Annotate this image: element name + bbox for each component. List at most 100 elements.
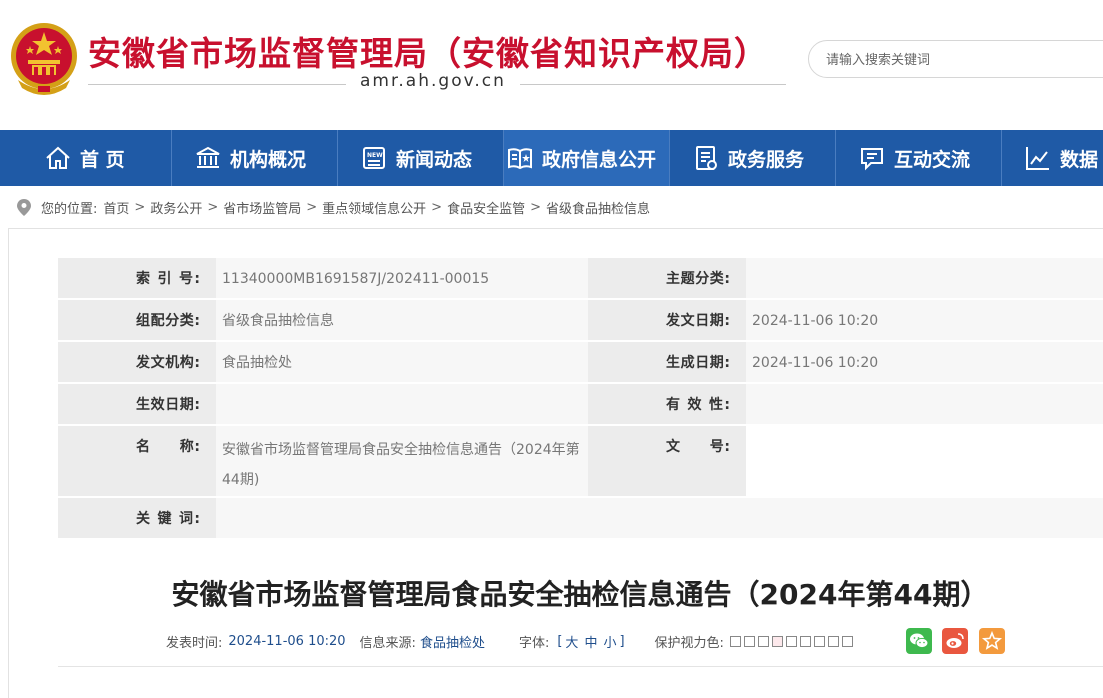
meta-value-cell: 2024-11-06 10:20 xyxy=(746,342,1103,382)
font-size-large-button[interactable]: 大 xyxy=(565,632,578,651)
search-box xyxy=(808,40,1103,79)
category-value: 省级食品抽检信息 xyxy=(222,313,334,329)
meta-label-cell: 文 号: xyxy=(588,426,746,496)
meta-value-cell xyxy=(216,384,588,424)
document-number-label: 文 号: xyxy=(666,439,730,455)
nav-item-news[interactable]: NEW 新闻动态 xyxy=(338,130,504,186)
meta-row: 索 引 号: 11340000MB1691587J/202411-00015 主… xyxy=(58,258,1103,298)
search-input[interactable] xyxy=(824,41,1103,79)
site-domain: amr.ah.gov.cn xyxy=(346,71,520,91)
article-title: 安徽省市场监督管理局食品安全抽检信息通告（2024年第44期） xyxy=(171,578,989,611)
eye-care-color-label: 保护视力色: xyxy=(654,635,724,651)
publish-time-label: 发表时间: xyxy=(166,635,223,651)
meta-row: 组配分类: 省级食品抽检信息 发文日期: 2024-11-06 10:20 xyxy=(58,300,1103,340)
service-document-icon xyxy=(696,146,717,170)
issuing-org-label: 发文机构: xyxy=(136,355,200,371)
eye-care-swatch[interactable] xyxy=(827,635,839,647)
chart-icon xyxy=(1026,147,1049,170)
nav-item-interaction[interactable]: 互动交流 xyxy=(836,130,1002,186)
breadcrumb-link-bureau[interactable]: 省市场监管局 xyxy=(223,198,301,217)
index-number-value: 11340000MB1691587J/202411-00015 xyxy=(222,271,490,287)
nav-label: 政务服务 xyxy=(728,148,805,171)
eye-care-swatch[interactable] xyxy=(799,635,811,647)
eye-care-swatch[interactable] xyxy=(771,635,783,647)
eye-care-swatch[interactable] xyxy=(785,635,797,647)
eye-care-swatch[interactable] xyxy=(729,635,741,647)
meta-label-cell: 发文日期: xyxy=(588,300,746,340)
keywords-label: 关 键 词: xyxy=(136,511,200,527)
font-size-bracket-open: [ xyxy=(557,633,563,649)
breadcrumb-prefix: 您的位置: xyxy=(41,201,98,217)
favorite-button[interactable] xyxy=(979,628,1005,654)
meta-value-cell: 2024-11-06 10:20 xyxy=(746,300,1103,340)
site-header: 安徽省市场监督管理局（安徽省知识产权局） amr.ah.gov.cn xyxy=(0,0,1103,130)
favorite-star-icon xyxy=(981,630,1003,650)
home-icon xyxy=(46,146,70,169)
meta-row: 发文机构: 食品抽检处 生成日期: 2024-11-06 10:20 xyxy=(58,342,1103,382)
breadcrumb-separator: > xyxy=(530,199,541,215)
nav-label: 新闻动态 xyxy=(396,148,473,171)
breadcrumb-link-home[interactable]: 首页 xyxy=(103,198,129,217)
breadcrumb-separator: > xyxy=(207,199,219,215)
created-date-value: 2024-11-06 10:20 xyxy=(752,355,879,371)
nav-item-organization[interactable]: 机构概况 xyxy=(172,130,338,186)
meta-value-cell xyxy=(746,384,1103,424)
meta-row: 生效日期: 有 效 性: xyxy=(58,384,1103,424)
document-name-value: 安徽省市场监督管理局食品安全抽检信息通告（2024年第44期) xyxy=(222,442,580,488)
nav-item-home[interactable]: 首 页 xyxy=(0,130,172,186)
breadcrumb-link-gov-affairs[interactable]: 政务公开 xyxy=(150,198,202,217)
topic-category-label: 主题分类: xyxy=(666,271,730,287)
meta-value-cell xyxy=(746,258,1103,298)
location-pin-icon xyxy=(17,198,31,216)
meta-value-cell xyxy=(216,498,1103,538)
nav-label: 数据 xyxy=(1060,148,1099,171)
font-size-bracket-close: ] xyxy=(619,633,625,649)
document-name-label: 名 称: xyxy=(136,439,200,455)
font-size-label: 字体: xyxy=(518,635,550,651)
breadcrumb-link-food-safety[interactable]: 食品安全监管 xyxy=(447,198,525,217)
index-number-label: 索 引 号: xyxy=(136,271,200,287)
meta-label-cell: 生效日期: xyxy=(58,384,216,424)
building-icon xyxy=(196,146,220,168)
breadcrumb: 您的位置: 首页 > 政务公开 > 省市场监管局 > 重点领域信息公开 > 食品… xyxy=(17,197,650,217)
meta-label-cell: 组配分类: xyxy=(58,300,216,340)
national-emblem-icon xyxy=(11,23,77,95)
meta-value-cell: 食品抽检处 xyxy=(216,342,588,382)
eye-care-swatch[interactable] xyxy=(841,635,853,647)
open-book-icon xyxy=(508,148,532,170)
meta-label-cell: 生成日期: xyxy=(588,342,746,382)
meta-value-cell xyxy=(746,426,1103,496)
nav-item-services[interactable]: 政务服务 xyxy=(670,130,836,186)
nav-label: 互动交流 xyxy=(894,148,971,171)
font-size-small-button[interactable]: 小 xyxy=(603,632,616,651)
article-meta-bar: 发表时间: 2024-11-06 10:20 信息来源: 食品抽检处 字体: [… xyxy=(166,630,856,652)
eye-care-swatches xyxy=(729,635,856,647)
issue-date-label: 发文日期: xyxy=(666,313,730,329)
nav-item-gov-info[interactable]: 政府信息公开 xyxy=(504,130,670,186)
divider xyxy=(58,666,1103,667)
weibo-icon xyxy=(946,633,964,648)
meta-value-cell: 省级食品抽检信息 xyxy=(216,300,588,340)
validity-label: 有 效 性: xyxy=(666,397,730,413)
issuing-org-value: 食品抽检处 xyxy=(222,355,292,371)
breadcrumb-link-sampling-info[interactable]: 省级食品抽检信息 xyxy=(546,198,650,217)
nav-item-data[interactable]: 数据 xyxy=(1002,130,1103,186)
share-weibo-button[interactable] xyxy=(942,628,968,654)
meta-label-cell: 发文机构: xyxy=(58,342,216,382)
category-label: 组配分类: xyxy=(136,313,200,329)
source-value: 食品抽检处 xyxy=(419,635,485,651)
share-wechat-button[interactable] xyxy=(906,628,932,654)
eye-care-swatch[interactable] xyxy=(813,635,825,647)
meta-label-cell: 索 引 号: xyxy=(58,258,216,298)
created-date-label: 生成日期: xyxy=(666,355,730,371)
eye-care-swatch[interactable] xyxy=(743,635,755,647)
eye-care-swatch[interactable] xyxy=(757,635,769,647)
publish-time-value: 2024-11-06 10:20 xyxy=(228,633,346,649)
meta-value-cell: 安徽省市场监督管理局食品安全抽检信息通告（2024年第44期) xyxy=(216,426,588,496)
site-title: 安徽省市场监督管理局（安徽省知识产权局） xyxy=(88,34,768,73)
font-size-medium-button[interactable]: 中 xyxy=(584,632,597,651)
meta-label-cell: 主题分类: xyxy=(588,258,746,298)
meta-label-cell: 关 键 词: xyxy=(58,498,216,538)
meta-value-cell: 11340000MB1691587J/202411-00015 xyxy=(216,258,588,298)
breadcrumb-link-key-areas[interactable]: 重点领域信息公开 xyxy=(322,198,426,217)
